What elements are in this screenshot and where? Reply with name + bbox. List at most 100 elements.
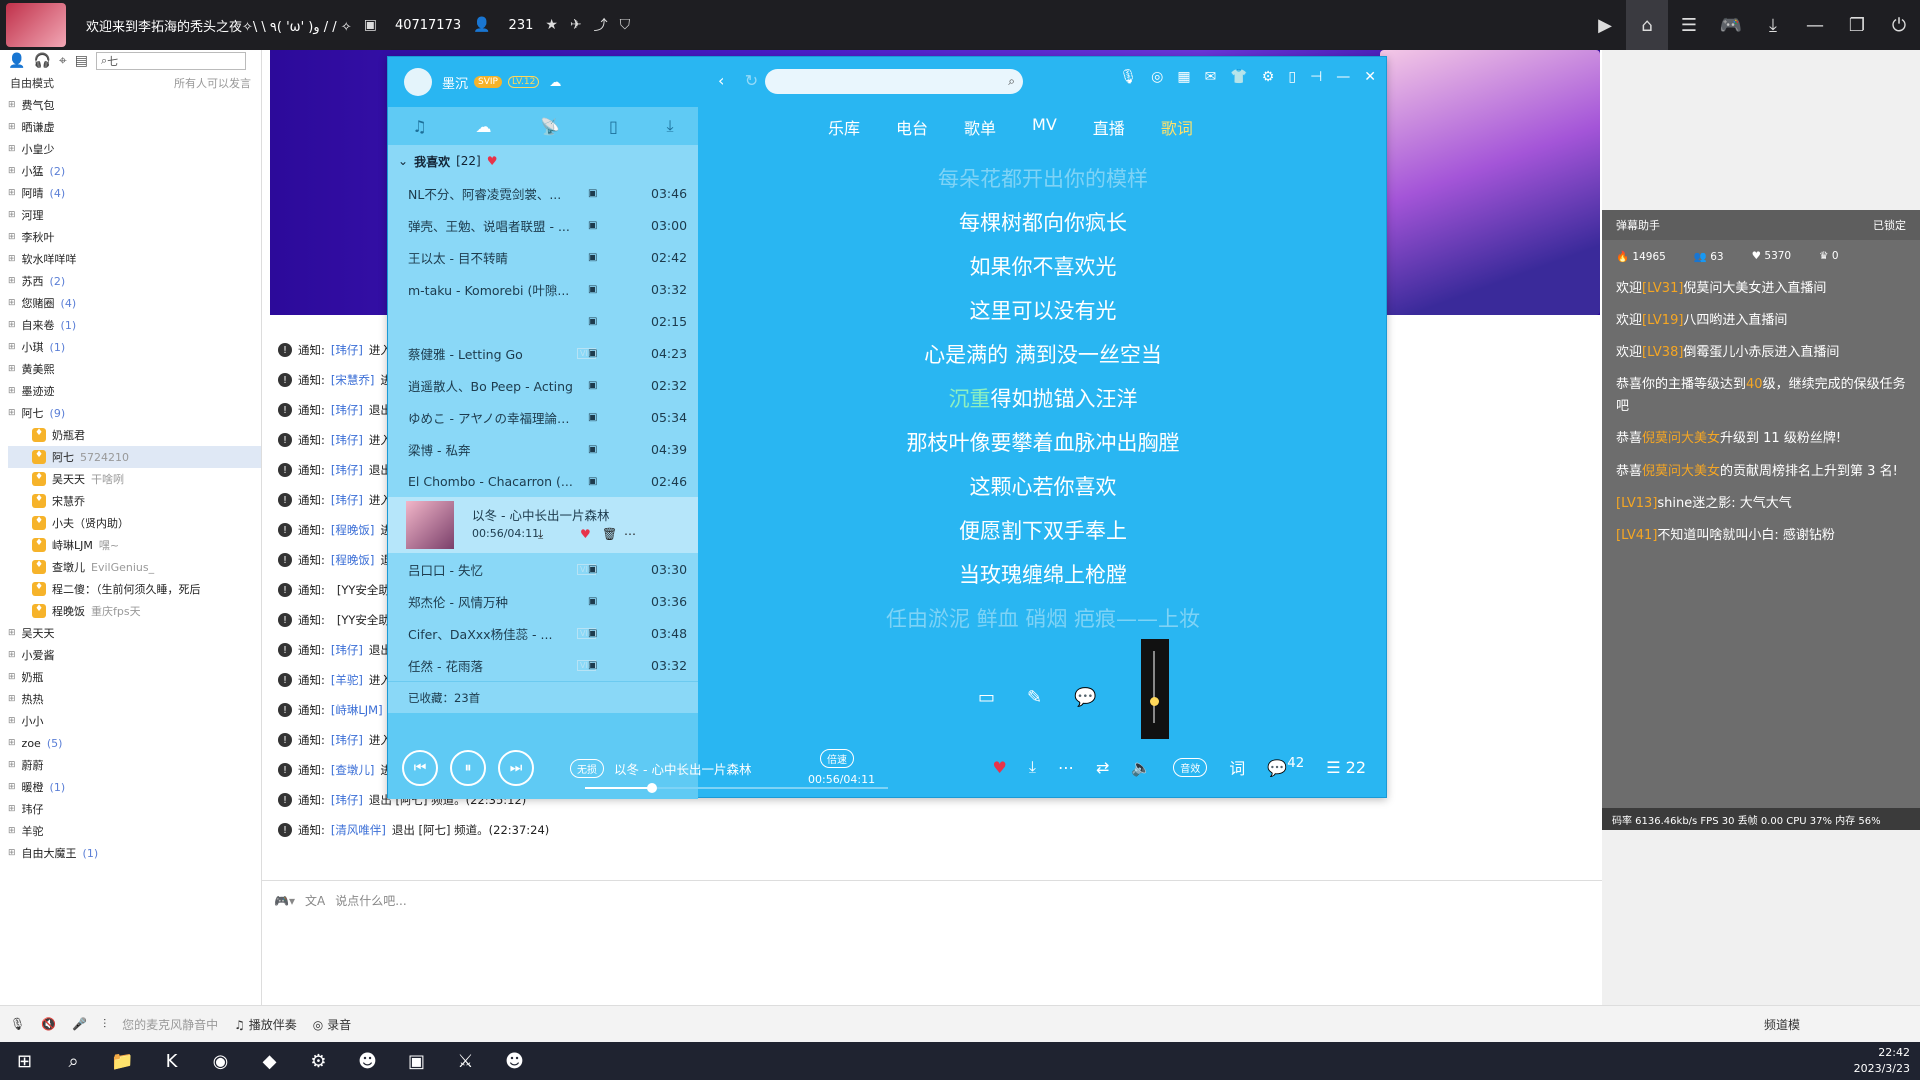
app-icon[interactable]: ◆ [245,1042,294,1080]
phone-icon[interactable]: ▯ [609,117,618,136]
notice-user[interactable]: [玮仔] [331,342,363,358]
notice-user[interactable]: [玮仔] [331,462,363,478]
video-icon[interactable]: ▶ [1584,0,1626,50]
channel-item[interactable]: ⊞ 自来卷 (1) [8,314,261,336]
channel-item[interactable]: ⊞ 晒谦虚 [8,116,261,138]
music-search-input[interactable]: ⌕ [765,69,1023,94]
notice-user[interactable]: [查墩儿] [331,762,374,778]
collapse-icon[interactable]: ⊣ [1310,69,1322,85]
channel-item[interactable]: ⊞ 玮仔 [8,798,261,820]
channel-item[interactable]: ⊞ 苏西 (2) [8,270,261,292]
music-note-icon[interactable]: ♫ [412,117,426,136]
channel-item[interactable]: ⊞ 黄美熙 [8,358,261,380]
song-row[interactable]: 吕口口 - 失忆 VIP ▣ 03:30 [388,553,698,585]
apps-icon[interactable]: ▦ [1177,69,1190,85]
song-row[interactable]: ゆめこ - アヤノの幸福理論 (文... ▣ 05:34 [388,401,698,433]
mv-icon[interactable]: ▣ [588,412,597,423]
member-item[interactable]: ♦ 程晚饭 重庆fps天 [8,600,261,622]
lock-status[interactable]: 已锁定 [1873,217,1906,233]
app2-icon[interactable]: ▣ [392,1042,441,1080]
song-row[interactable]: 任然 - 花雨落 VIP ▣ 03:32 [388,649,698,681]
user-icon[interactable]: 👤 [8,53,25,69]
room-logo[interactable] [6,3,66,47]
playlist-button[interactable]: ☰ 22 [1326,758,1366,777]
close-icon[interactable]: ✕ [1364,69,1376,85]
song-row[interactable]: ▣ 02:15 [388,305,698,337]
channel-item[interactable]: ⊞ 自由大魔王 (1) [8,842,261,864]
play-accompaniment-button[interactable]: ♫ 播放伴奏 [234,1016,297,1033]
desktop-lyric-icon[interactable]: ▭ [978,687,995,708]
channel-item[interactable]: ⊞ 小琪 (1) [8,336,261,358]
like-icon[interactable]: ♥ [993,758,1007,777]
notice-user[interactable]: [玮仔] [331,642,363,658]
notice-user[interactable]: [程晚饭] [331,552,374,568]
mv-icon[interactable]: ▣ [588,284,597,295]
edit-lyric-icon[interactable]: ✎ [1027,687,1042,708]
member-item[interactable]: ♦ 峙琳LJM 嘿~ [8,534,261,556]
repeat-icon[interactable]: ⇄ [1096,758,1109,777]
member-item[interactable]: ♦ 吴天天 干啥咧 [8,468,261,490]
user-avatar[interactable] [404,68,432,96]
progress-bar[interactable] [585,783,888,793]
plane-icon[interactable]: ✈ [570,17,582,33]
more-icon[interactable]: ⋯ [624,527,636,541]
shield-icon[interactable]: ⛉ [620,17,631,33]
translate-icon[interactable]: 文A [305,892,325,909]
quality-button[interactable]: 无损 [570,758,604,778]
more-icon[interactable]: ⋯ [1058,758,1074,777]
mini-mode-icon[interactable]: ▯ [1288,69,1296,85]
channel-item[interactable]: ⊞ 小小 [8,710,261,732]
user-name[interactable]: 墨沉 [442,73,468,92]
file-explorer-icon[interactable]: 📁 [98,1042,147,1080]
headset-icon[interactable]: 🎧 [33,53,50,69]
channel-item[interactable]: ⊞ zoe (5) [8,732,261,754]
volume-knob[interactable] [1150,697,1159,707]
channel-item[interactable]: ⊞ 河理 [8,204,261,226]
channel-item[interactable]: ⊞ 阿晴 (4) [8,182,261,204]
browser-icon[interactable]: ◉ [196,1042,245,1080]
mv-icon[interactable]: ▣ [588,252,597,263]
channel-item[interactable]: ⊞ 羊驼 [8,820,261,842]
skin-icon[interactable]: 👕 [1230,69,1247,85]
minimize-icon[interactable]: — [1336,69,1350,85]
list-icon[interactable]: ☰ [1668,0,1710,50]
channel-mode-button[interactable]: 频道模 [1764,1016,1800,1033]
channel-item[interactable]: ⊞ 暖橙 (1) [8,776,261,798]
windows-start-icon[interactable]: ⊞ [0,1042,49,1080]
system-clock[interactable]: 22:42 2023/3/23 [1854,1045,1910,1077]
kugou-icon[interactable]: K [147,1042,196,1080]
song-row[interactable]: 蔡健雅 - Letting Go VIP ▣ 04:23 [388,337,698,369]
member-item[interactable]: ♦ 查墩儿 EvilGenius_ [8,556,261,578]
record-button[interactable]: ◎ 录音 [313,1016,351,1033]
location-icon[interactable]: ⌖ [59,53,67,69]
channel-search-input[interactable]: ⌕ 七 [96,52,246,70]
notice-user[interactable]: [宋慧乔] [331,372,374,388]
song-row[interactable]: 郑杰伦 - 风情万种 ▣ 03:36 [388,585,698,617]
back-icon[interactable]: ‹ [718,71,724,90]
message-icon[interactable]: ✉ [1205,69,1217,85]
mv-icon[interactable]: ▣ [588,188,597,199]
mic-search-icon[interactable]: 🎙 [1119,69,1137,85]
delete-icon[interactable]: 🗑 [602,527,617,541]
song-row[interactable]: El Chombo - Chacarron (... ▣ 02:46 [388,465,698,497]
channel-item[interactable]: ⊞ 软水咩咩咩 [8,248,261,270]
target-icon[interactable]: ◎ [1151,69,1163,85]
mic-icon[interactable]: 🎙 [10,1017,25,1031]
app3-icon[interactable]: ⚔ [441,1042,490,1080]
member-item[interactable]: ♦ 小夫（贤内助） [8,512,261,534]
channel-item[interactable]: ⊞ 墨迹迹 [8,380,261,402]
song-row[interactable]: Cifer、DaXxx杨佳蕊 - ... VIP ▣ 03:48 [388,617,698,649]
speed-button[interactable]: 倍速 [820,749,854,768]
progress-handle[interactable] [646,783,657,793]
maximize-icon[interactable]: ❐ [1836,0,1878,50]
download-tab-icon[interactable]: ⤓ [667,116,674,136]
mv-icon[interactable]: ▣ [588,596,597,607]
download-icon[interactable]: ⤓ [1752,0,1794,50]
tab-0[interactable]: 乐库 [828,115,860,139]
notice-user[interactable]: [玮仔] [331,492,363,508]
mv-icon[interactable]: ▣ [588,444,597,455]
channel-item[interactable]: ⊞ 小猛 (2) [8,160,261,182]
gamepad-icon[interactable]: 🎮 [1710,0,1752,50]
now-playing-row[interactable]: 以冬 - 心中长出一片森林 00:56/04:11 ⤓ ♥ 🗑 ⋯ [388,497,698,553]
search-icon[interactable]: ⌕ [1008,74,1015,89]
